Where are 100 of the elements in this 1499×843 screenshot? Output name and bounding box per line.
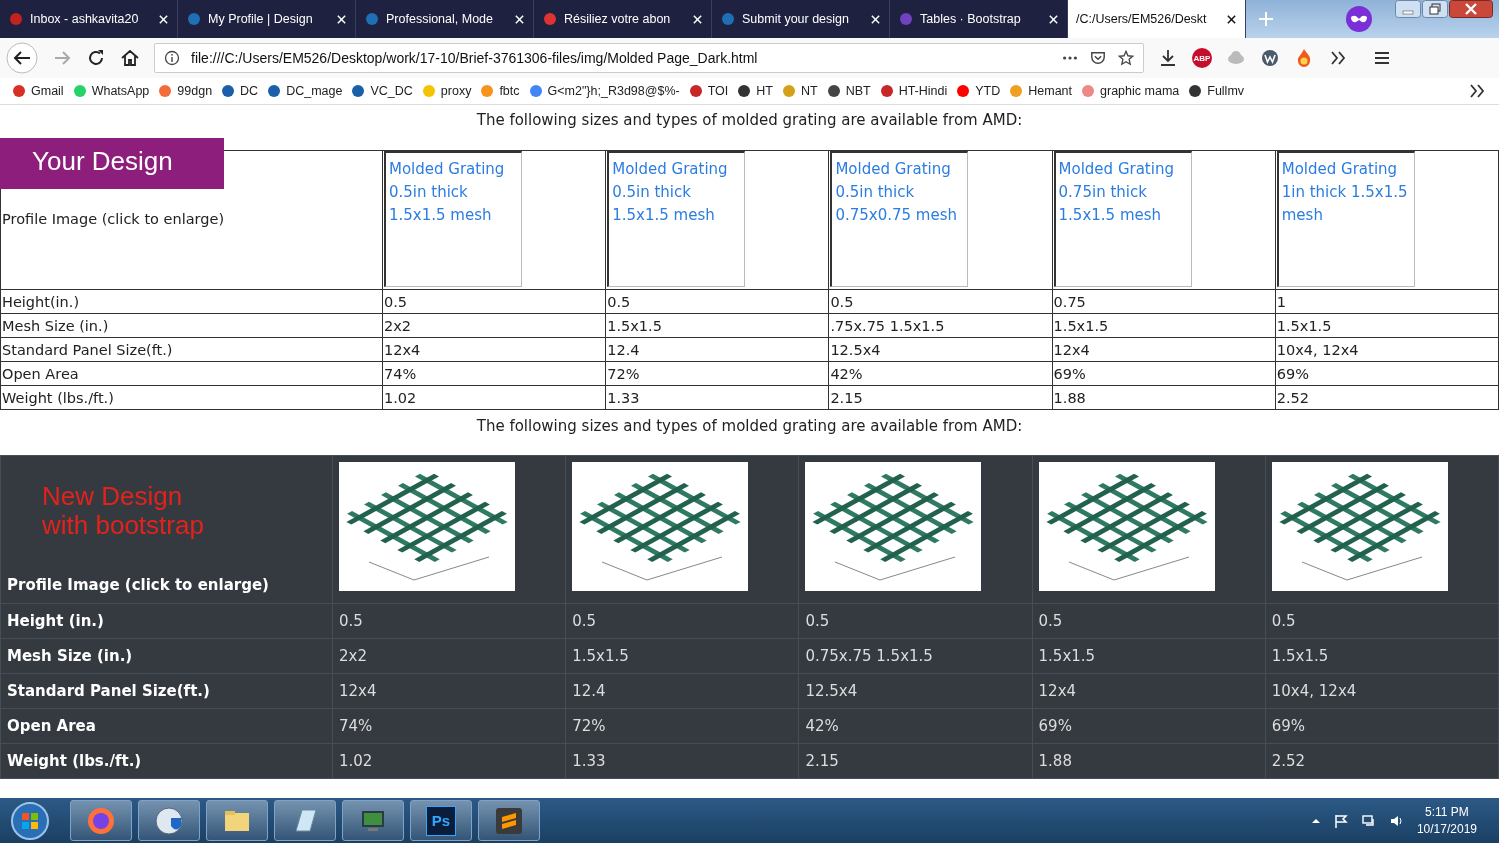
start-button[interactable] — [10, 800, 50, 841]
bookmark-icon — [1009, 84, 1024, 98]
table-cell: 0.5 — [828, 289, 1053, 314]
bookmark-icon — [688, 84, 703, 98]
bookmark-icon — [421, 84, 436, 98]
row-header: Open Area — [0, 361, 383, 386]
close-icon[interactable] — [1226, 13, 1237, 25]
taskbar-button[interactable] — [478, 800, 540, 841]
favicon-icon — [720, 11, 736, 27]
image-link[interactable]: Molded Grating 1in thick 1.5x1.5 mesh — [1276, 151, 1415, 287]
mask-icon[interactable] — [1346, 6, 1372, 32]
table-cell: 0.5 — [1032, 603, 1266, 639]
restore-icon[interactable] — [1422, 0, 1448, 18]
bookmark-icon — [351, 84, 366, 98]
taskbar-button[interactable]: Ps — [410, 800, 472, 841]
home-icon[interactable] — [120, 48, 140, 68]
table-cell: 1.5x1.5 — [1275, 313, 1499, 338]
bookmark[interactable]: VC_DC — [351, 84, 413, 98]
table-cell: 2.15 — [798, 743, 1033, 779]
table-cell: 2x2 — [332, 638, 566, 674]
bookmark[interactable]: Gmail — [12, 84, 64, 98]
taskbar-button[interactable] — [206, 800, 268, 841]
row-header: Profile Image (click to enlarge) — [7, 576, 270, 594]
bookmark[interactable]: graphic mama — [1081, 84, 1180, 98]
caption: The following sizes and types of molded grating are available from AMD: — [475, 110, 1024, 131]
shield-icon — [154, 805, 184, 836]
network-icon[interactable] — [1360, 812, 1377, 829]
pocket-icon[interactable] — [1089, 50, 1107, 66]
minimize-icon[interactable] — [1395, 0, 1421, 18]
table-cell: 0.75 — [1052, 289, 1276, 314]
bookmark[interactable]: fbtc — [480, 84, 520, 98]
row-header: Height (in.) — [0, 603, 333, 639]
table-cell: 1.33 — [565, 743, 799, 779]
table-cell: 1.88 — [1052, 385, 1276, 410]
address-field[interactable]: file:///C:/Users/EM526/Desktop/work/17-10/Brief-3761306-files/img/Molded Page_Dark.html — [154, 43, 1144, 73]
row-header: Profile Image (click to enlarge) — [2, 211, 225, 227]
image-link[interactable]: Molded Grating 0.75in thick 1.5x1.5 mesh — [1053, 151, 1192, 287]
bookmark[interactable]: NBT — [826, 84, 871, 98]
bookmark[interactable]: DC_mage — [267, 84, 343, 98]
star-icon[interactable] — [1117, 50, 1135, 66]
table-cell: 69% — [1265, 708, 1499, 744]
table-cell: 0.5 — [798, 603, 1033, 639]
bookmark[interactable]: DC — [221, 84, 259, 98]
table-cell: 1.5x1.5 — [565, 638, 799, 674]
bookmark[interactable]: NT — [781, 84, 818, 98]
download-icon[interactable] — [1158, 48, 1178, 68]
bookmark[interactable]: 99dgn — [158, 84, 213, 98]
favicon-icon — [898, 11, 914, 27]
bookmark-icon — [826, 84, 841, 98]
table-cell: 0.75x.75 1.5x1.5 — [798, 638, 1033, 674]
bookmark[interactable]: G<m2"}h;_R3d98@$%- — [528, 84, 680, 98]
bookmark-icon — [480, 84, 495, 98]
row-header: Weight (lbs./ft.) — [0, 743, 333, 779]
taskbar-button[interactable] — [70, 800, 132, 841]
table-cell: 2.15 — [828, 385, 1053, 410]
photoshop-icon: Ps — [426, 805, 456, 836]
close-icon[interactable] — [1449, 0, 1493, 18]
bookmark[interactable]: proxy — [421, 84, 472, 98]
info-icon[interactable] — [163, 50, 181, 66]
section-title: New Design with bootstrap — [42, 482, 205, 540]
bookmark[interactable]: HT-Hindi — [879, 84, 948, 98]
bookmark[interactable]: HT — [737, 84, 773, 98]
table-cell: 1.5x1.5 — [1032, 638, 1266, 674]
clock[interactable]: 5:11 PM 10/17/2019 — [1416, 803, 1477, 838]
table-cell: 12.5x4 — [828, 337, 1053, 362]
browser-tab[interactable]: /C:/Users/EM526/Deskt — [1068, 0, 1246, 38]
image-link[interactable]: Molded Grating 0.5in thick 0.75x0.75 mesh — [830, 151, 969, 287]
bookmark-icon — [72, 84, 87, 98]
table-cell: 69% — [1052, 361, 1276, 386]
favicon-icon — [8, 11, 24, 27]
taskbar-button[interactable] — [342, 800, 404, 841]
adblock-badge[interactable]: ABP — [1192, 48, 1212, 68]
image-link[interactable]: Molded Grating 0.5in thick 1.5x1.5 mesh — [607, 151, 746, 287]
table-cell: 1.88 — [1032, 743, 1266, 779]
table-cell: 0.5 — [565, 603, 799, 639]
section-banner: Your Design — [0, 138, 224, 189]
table-cell: 2.52 — [1265, 743, 1499, 779]
bookmark[interactable]: TOI — [688, 84, 729, 98]
bookmark-icon — [879, 84, 894, 98]
bookmark-icon — [12, 84, 26, 98]
taskbar-button[interactable] — [274, 800, 336, 841]
bookmark[interactable]: Hemant — [1009, 84, 1073, 98]
taskbar-button[interactable] — [138, 800, 200, 841]
bookmark[interactable]: WhatsApp — [72, 84, 150, 98]
image-link[interactable]: Molded Grating 0.5in thick 1.5x1.5 mesh — [384, 151, 522, 287]
table-cell: 0.5 — [1265, 603, 1499, 639]
table-cell: 1.33 — [605, 385, 829, 410]
table-cell: 0.5 — [605, 289, 829, 314]
bookmark-icon — [956, 84, 971, 98]
table-cell: 72% — [565, 708, 799, 744]
extension-icon[interactable] — [1260, 48, 1280, 68]
favicon-icon — [186, 11, 202, 27]
bookmark[interactable]: Fullmv — [1188, 84, 1245, 98]
bookmark[interactable]: YTD — [956, 84, 1001, 98]
flag-icon[interactable] — [1332, 812, 1349, 829]
reload-icon[interactable] — [86, 48, 106, 68]
row-header: Standard Panel Size(ft.) — [0, 673, 333, 709]
row-header: Mesh Size (in.) — [0, 638, 333, 674]
bookmark-icon — [267, 84, 282, 98]
back-icon[interactable] — [6, 42, 38, 74]
